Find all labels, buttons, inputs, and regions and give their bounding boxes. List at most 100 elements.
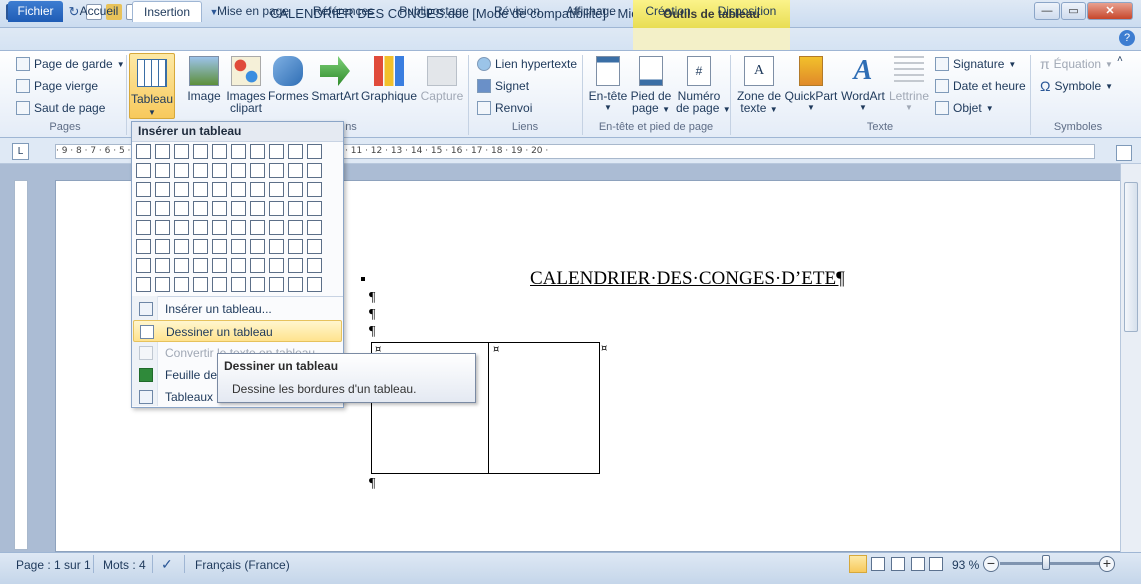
zoom-out-icon[interactable]: − xyxy=(983,556,999,572)
view-ruler-icon[interactable] xyxy=(1116,145,1132,161)
close-button[interactable]: ✕ xyxy=(1087,2,1133,20)
wordart-button[interactable]: A WordArt ▼ xyxy=(840,56,886,114)
zoom-slider[interactable] xyxy=(1000,562,1100,565)
table-grid-cell[interactable] xyxy=(269,182,284,197)
tab-references[interactable]: Références xyxy=(306,1,381,22)
table-grid-cell[interactable] xyxy=(136,258,151,273)
table-grid-cell[interactable] xyxy=(307,144,322,159)
formes-button[interactable]: Formes xyxy=(268,56,309,102)
table-grid-cell[interactable] xyxy=(136,239,151,254)
table-grid-cell[interactable] xyxy=(307,258,322,273)
table-grid-cell[interactable] xyxy=(250,163,265,178)
pied-de-page-button[interactable]: Pied de page ▼ xyxy=(630,56,672,116)
table-grid-cell[interactable] xyxy=(174,220,189,235)
zoom-level[interactable]: 93 % xyxy=(952,558,979,572)
word-count[interactable]: Mots : 4 xyxy=(103,558,146,572)
table-grid-cell[interactable] xyxy=(174,163,189,178)
image-button[interactable]: Image xyxy=(186,56,222,102)
table-grid-cell[interactable] xyxy=(174,239,189,254)
graphique-button[interactable]: Graphique xyxy=(360,56,418,102)
equation-button[interactable]: π Équation ▼ xyxy=(1040,54,1113,74)
outline-view-icon[interactable] xyxy=(911,557,925,571)
table-size-grid[interactable] xyxy=(136,142,326,294)
table-grid-cell[interactable] xyxy=(212,220,227,235)
table-grid-cell[interactable] xyxy=(155,258,170,273)
lien-hypertexte-button[interactable]: Lien hypertexte xyxy=(477,54,577,74)
table-grid-cell[interactable] xyxy=(307,163,322,178)
zoom-slider-thumb[interactable] xyxy=(1042,555,1050,570)
table-grid-cell[interactable] xyxy=(136,277,151,292)
table-grid-cell[interactable] xyxy=(174,277,189,292)
tab-revision[interactable]: Révision xyxy=(487,1,547,22)
table-grid-cell[interactable] xyxy=(269,220,284,235)
table-grid-cell[interactable] xyxy=(307,239,322,254)
table-grid-cell[interactable] xyxy=(288,144,303,159)
table-grid-cell[interactable] xyxy=(212,277,227,292)
tab-mise-en-page[interactable]: Mise en page xyxy=(212,1,294,22)
page-vierge-button[interactable]: Page vierge xyxy=(16,76,98,96)
table-grid-cell[interactable] xyxy=(136,182,151,197)
signet-button[interactable]: Signet xyxy=(477,76,529,96)
table-grid-cell[interactable] xyxy=(155,201,170,216)
table-grid-cell[interactable] xyxy=(269,258,284,273)
table-grid-cell[interactable] xyxy=(136,144,151,159)
table-grid-cell[interactable] xyxy=(174,201,189,216)
table-grid-cell[interactable] xyxy=(231,144,246,159)
table-grid-cell[interactable] xyxy=(174,182,189,197)
table-grid-cell[interactable] xyxy=(269,144,284,159)
signature-button[interactable]: Signature ▼ xyxy=(935,54,1016,74)
zoom-in-icon[interactable]: + xyxy=(1099,556,1115,572)
table-grid-cell[interactable] xyxy=(250,258,265,273)
scroll-thumb[interactable] xyxy=(1124,182,1138,332)
vertical-scrollbar[interactable] xyxy=(1120,164,1141,552)
smartart-button[interactable]: SmartArt xyxy=(311,56,359,102)
table-grid-cell[interactable] xyxy=(288,182,303,197)
table-grid-cell[interactable] xyxy=(136,201,151,216)
table-grid-cell[interactable] xyxy=(250,239,265,254)
capture-button[interactable]: Capture xyxy=(420,56,464,102)
table-grid-cell[interactable] xyxy=(136,163,151,178)
minimize-button[interactable]: — xyxy=(1034,2,1060,20)
print-layout-view-icon[interactable] xyxy=(849,555,867,573)
vertical-ruler[interactable] xyxy=(14,180,28,550)
page-count[interactable]: Page : 1 sur 1 xyxy=(16,558,91,572)
table-grid-cell[interactable] xyxy=(212,144,227,159)
table-grid-cell[interactable] xyxy=(193,144,208,159)
table-grid-cell[interactable] xyxy=(193,277,208,292)
tab-fichier[interactable]: Fichier xyxy=(8,1,63,22)
table-grid-cell[interactable] xyxy=(250,144,265,159)
table-grid-cell[interactable] xyxy=(231,258,246,273)
table-grid-cell[interactable] xyxy=(193,182,208,197)
tab-disposition[interactable]: Disposition xyxy=(710,1,784,22)
table-grid-cell[interactable] xyxy=(193,258,208,273)
full-screen-reading-icon[interactable] xyxy=(871,557,885,571)
table-grid-cell[interactable] xyxy=(288,258,303,273)
language[interactable]: Français (France) xyxy=(195,558,290,572)
quickpart-button[interactable]: QuickPart ▼ xyxy=(784,56,838,114)
table-grid-cell[interactable] xyxy=(269,201,284,216)
table-grid-cell[interactable] xyxy=(212,182,227,197)
table-grid-cell[interactable] xyxy=(193,163,208,178)
table-grid-cell[interactable] xyxy=(288,220,303,235)
table-grid-cell[interactable] xyxy=(155,144,170,159)
table-grid-cell[interactable] xyxy=(231,182,246,197)
zone-de-texte-button[interactable]: A Zone de texte ▼ xyxy=(736,56,782,116)
tab-creation[interactable]: Création xyxy=(640,1,696,22)
page-de-garde-button[interactable]: Page de garde ▼ xyxy=(16,54,125,74)
table-grid-cell[interactable] xyxy=(231,277,246,292)
table-grid-cell[interactable] xyxy=(174,258,189,273)
tab-publipostage[interactable]: Publipostage xyxy=(393,1,475,22)
images-clipart-button[interactable]: Images clipart xyxy=(226,56,266,114)
tableau-button[interactable]: Tableau ▼ xyxy=(129,53,175,119)
tab-selector-icon[interactable]: L xyxy=(12,143,29,160)
table-grid-cell[interactable] xyxy=(307,201,322,216)
table-grid-cell[interactable] xyxy=(136,220,151,235)
help-icon[interactable]: ? xyxy=(1119,30,1135,46)
symbole-button[interactable]: Ω Symbole ▼ xyxy=(1040,76,1113,96)
table-grid-cell[interactable] xyxy=(269,239,284,254)
table-grid-cell[interactable] xyxy=(155,277,170,292)
menu-item-inserer-tableau[interactable]: Insérer un tableau... xyxy=(133,298,342,320)
saut-de-page-button[interactable]: Saut de page xyxy=(16,98,105,118)
lettrine-button[interactable]: Lettrine ▼ xyxy=(887,56,931,114)
collapse-ribbon-icon[interactable]: ˄ xyxy=(1117,54,1123,65)
